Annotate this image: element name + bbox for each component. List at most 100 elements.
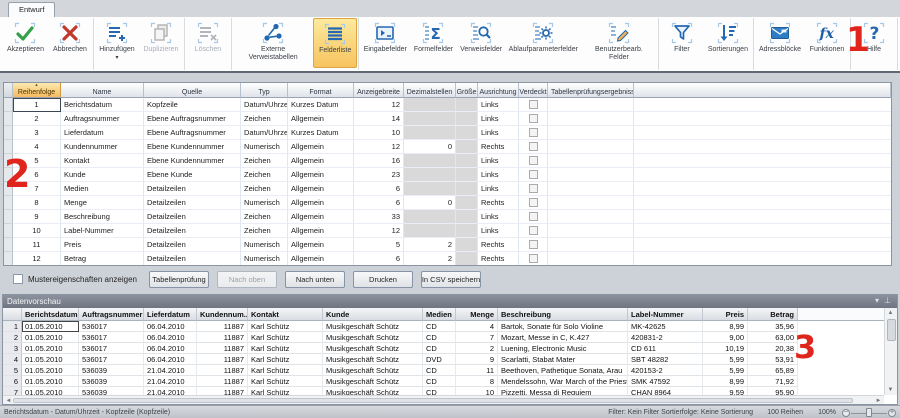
preview-vertical-scrollbar[interactable]: ▲ ▼	[884, 308, 897, 395]
field-cell-decimals[interactable]	[404, 112, 456, 126]
preview-cell[interactable]: 536039	[79, 376, 144, 387]
preview-cell[interactable]: Luening, Electronic Music	[498, 343, 628, 354]
cancel-button[interactable]: Abbrechen	[48, 18, 92, 68]
preview-cell[interactable]: 8,99	[703, 376, 748, 387]
preview-cell[interactable]: 21.04.2010	[144, 365, 197, 376]
preview-cell[interactable]: 536017	[79, 332, 144, 343]
preview-cell[interactable]: 2	[456, 343, 498, 354]
preview-cell[interactable]: 01.05.2010	[22, 332, 79, 343]
preview-cell[interactable]: 06.04.2010	[144, 321, 197, 332]
preview-cell[interactable]: CD	[423, 321, 456, 332]
field-cell-width[interactable]: 6	[354, 196, 404, 210]
field-cell-check-results[interactable]	[548, 98, 634, 112]
hidden-checkbox[interactable]	[529, 156, 538, 165]
field-cell-check-results[interactable]	[548, 252, 634, 266]
field-cell-source[interactable]: Ebene Kundennummer	[144, 154, 241, 168]
field-cell-type[interactable]: Numerisch	[241, 252, 288, 266]
preview-cell[interactable]: 01.05.2010	[22, 321, 79, 332]
preview-cell[interactable]: Musikgeschäft Schütz	[323, 321, 423, 332]
row-indicator[interactable]	[4, 238, 13, 252]
preview-cell[interactable]: Karl Schütz	[248, 321, 323, 332]
row-indicator[interactable]	[4, 126, 13, 140]
preview-cell[interactable]: CD	[423, 376, 456, 387]
preview-col-header-kundennum-[interactable]: Kundennum...	[197, 308, 248, 321]
field-col-header-ausrichtung[interactable]: Ausrichtung	[478, 83, 519, 98]
field-cell-align[interactable]: Links	[478, 210, 519, 224]
scroll-right-icon[interactable]: ►	[873, 397, 884, 405]
hidden-checkbox[interactable]	[529, 128, 538, 137]
field-cell-type[interactable]: Zeichen	[241, 224, 288, 238]
preview-cell[interactable]: SBT 48282	[628, 354, 703, 365]
field-cell-check-results[interactable]	[548, 154, 634, 168]
zoom-out-icon[interactable]: −	[842, 409, 850, 417]
hidden-checkbox[interactable]	[529, 114, 538, 123]
hidden-checkbox[interactable]	[529, 184, 538, 193]
field-cell-type[interactable]: Zeichen	[241, 154, 288, 168]
field-cell-check-results[interactable]	[548, 168, 634, 182]
field-cell-format[interactable]: Allgemein	[288, 238, 354, 252]
field-cell-align[interactable]: Links	[478, 154, 519, 168]
field-cell-hidden[interactable]	[519, 252, 548, 266]
preview-row-number[interactable]: 4	[3, 354, 22, 365]
preview-cell[interactable]: 11887	[197, 365, 248, 376]
field-cell-width[interactable]: 10	[354, 126, 404, 140]
preview-cell[interactable]: 01.05.2010	[22, 354, 79, 365]
preview-cell[interactable]: Musikgeschäft Schütz	[323, 376, 423, 387]
field-cell-align[interactable]: Links	[478, 224, 519, 238]
field-col-header-tabellenpr-fungsergebnisse[interactable]: Tabellenprüfungsergebnisse	[548, 83, 634, 98]
field-cell-source[interactable]: Detailzeilen	[144, 182, 241, 196]
preview-cell[interactable]: 8	[456, 376, 498, 387]
preview-col-header-lieferdatum[interactable]: Lieferdatum	[144, 308, 197, 321]
field-cell-width[interactable]: 23	[354, 168, 404, 182]
field-cell-size[interactable]	[456, 224, 478, 238]
field-cell-format[interactable]: Kurzes Datum	[288, 126, 354, 140]
preview-cell[interactable]: 63,00	[748, 332, 798, 343]
preview-cell[interactable]: 5,99	[703, 365, 748, 376]
preview-cell[interactable]: 420831-2	[628, 332, 703, 343]
field-cell-format[interactable]: Allgemein	[288, 112, 354, 126]
field-cell-type[interactable]: Zeichen	[241, 210, 288, 224]
field-cell-format[interactable]: Allgemein	[288, 182, 354, 196]
field-cell-decimals[interactable]: 0	[404, 196, 456, 210]
preview-row-number[interactable]: 2	[3, 332, 22, 343]
field-col-header-verdeckt[interactable]: Verdeckt	[519, 83, 548, 98]
preview-cell[interactable]: 06.04.2010	[144, 354, 197, 365]
field-cell-name[interactable]: Menge	[61, 196, 144, 210]
field-cell-decimals[interactable]	[404, 182, 456, 196]
field-cell-name[interactable]: Kunde	[61, 168, 144, 182]
field-cell-format[interactable]: Allgemein	[288, 252, 354, 266]
preview-col-header-menge[interactable]: Menge	[456, 308, 498, 321]
field-cell-decimals[interactable]	[404, 224, 456, 238]
field-cell-size[interactable]	[456, 98, 478, 112]
field-cell-hidden[interactable]	[519, 154, 548, 168]
field-cell-hidden[interactable]	[519, 224, 548, 238]
field-cell-width[interactable]: 6	[354, 252, 404, 266]
field-cell-format[interactable]: Allgemein	[288, 154, 354, 168]
preview-cell[interactable]: Karl Schütz	[248, 332, 323, 343]
scroll-down-icon[interactable]: ▼	[885, 386, 896, 394]
field-col-header-format[interactable]: Format	[288, 83, 354, 98]
hidden-checkbox[interactable]	[529, 240, 538, 249]
preview-cell[interactable]: 35,96	[748, 321, 798, 332]
field-cell-check-results[interactable]	[548, 238, 634, 252]
preview-cell[interactable]: 11887	[197, 343, 248, 354]
preview-row-number[interactable]: 1	[3, 321, 22, 332]
preview-horizontal-scrollbar[interactable]: ◄ ►	[3, 395, 884, 404]
preview-cell[interactable]: Karl Schütz	[248, 343, 323, 354]
field-cell-name[interactable]: Betrag	[61, 252, 144, 266]
field-cell-decimals[interactable]: 0	[404, 140, 456, 154]
preview-cell[interactable]: 9	[456, 354, 498, 365]
preview-cell[interactable]: 11887	[197, 332, 248, 343]
zoom-in-icon[interactable]: +	[888, 409, 896, 417]
address-blocks-button[interactable]: Adressblöcke	[755, 18, 805, 68]
preview-cell[interactable]: Bartok, Sonate für Solo Violine	[498, 321, 628, 332]
field-cell-decimals[interactable]	[404, 154, 456, 168]
save-csv-button[interactable]: In CSV speichern	[421, 271, 481, 288]
preview-row-number[interactable]: 3	[3, 343, 22, 354]
field-cell-width[interactable]: 5	[354, 238, 404, 252]
field-cell-type[interactable]: Datum/Uhrzeit	[241, 98, 288, 112]
preview-cell[interactable]: 11887	[197, 321, 248, 332]
vertical-scroll-thumb[interactable]	[887, 319, 896, 341]
field-cell-check-results[interactable]	[548, 140, 634, 154]
field-cell-name[interactable]: Berichtsdatum	[61, 98, 144, 112]
